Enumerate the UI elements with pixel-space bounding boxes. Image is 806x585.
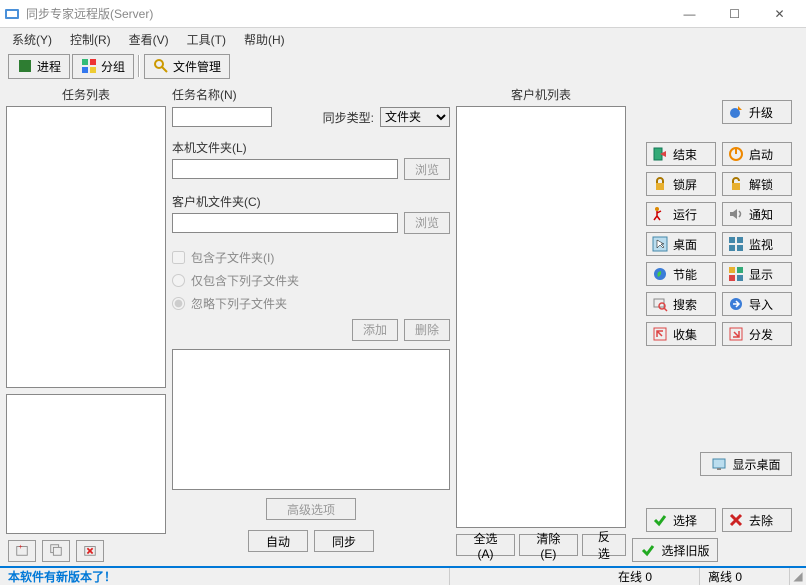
plus-icon: + [15,543,29,560]
select-old-button[interactable]: 选择旧版 [632,538,718,562]
status-offline: 离线 0 [700,568,790,585]
process-icon [17,58,33,74]
display-icon [728,266,744,282]
ignore-radio[interactable]: 忽略下列子文件夹 [172,295,450,312]
menu-tools[interactable]: 工具(T) [179,29,234,50]
group-button[interactable]: 分组 [72,54,134,79]
unlock-icon [728,176,744,192]
subfolder-list[interactable] [172,349,450,490]
cursor-icon [652,236,668,252]
remove-button[interactable]: 删除 [404,319,450,341]
auto-button[interactable]: 自动 [248,530,308,552]
file-manager-button[interactable]: 文件管理 [144,54,230,79]
browse-client-button[interactable]: 浏览 [404,212,450,234]
browse-local-button[interactable]: 浏览 [404,158,450,180]
display-button[interactable]: 显示 [722,262,792,286]
magnifier-icon [153,58,169,74]
advanced-button[interactable]: 高级选项 [266,498,356,520]
menu-system[interactable]: 系统(Y) [4,29,60,50]
globe-icon [728,104,744,120]
x-icon [728,512,744,528]
client-list[interactable] [456,106,626,528]
status-update[interactable]: 本软件有新版本了！ [0,568,450,585]
only-include-radio[interactable]: 仅包含下列子文件夹 [172,272,450,289]
clear-button[interactable]: 清除(E) [519,534,578,556]
app-icon [4,6,20,22]
toolbar: 进程 分组 文件管理 [0,50,806,82]
status-bar: 本软件有新版本了！ 在线 0 离线 0 ◢ [0,566,806,584]
import-icon [728,296,744,312]
task-list[interactable] [6,106,166,388]
client-folder-input[interactable] [172,213,398,233]
collect-icon [652,326,668,342]
process-label: 进程 [37,58,61,75]
select-button[interactable]: 选择 [646,508,716,532]
separator [138,55,140,77]
run-button[interactable]: 运行 [646,202,716,226]
unlock-button[interactable]: 解锁 [722,172,792,196]
menu-control[interactable]: 控制(R) [62,29,119,50]
menu-bar: 系统(Y) 控制(R) 查看(V) 工具(T) 帮助(H) [0,28,806,50]
local-folder-label: 本机文件夹(L) [172,139,450,156]
group-icon [81,58,97,74]
client-list-label: 客户机列表 [456,86,626,103]
upgrade-button[interactable]: 升级 [722,100,792,124]
notify-button[interactable]: 通知 [722,202,792,226]
copy-task-button[interactable] [42,540,70,562]
copy-icon [49,543,63,560]
client-folder-label: 客户机文件夹(C) [172,193,450,210]
lock-button[interactable]: 锁屏 [646,172,716,196]
menu-view[interactable]: 查看(V) [121,29,177,50]
distribute-icon [728,326,744,342]
start-button[interactable]: 启动 [722,142,792,166]
add-task-button[interactable]: + [8,540,36,562]
sync-type-select[interactable]: 文件夹 [380,107,450,127]
sync-button[interactable]: 同步 [314,530,374,552]
select-all-button[interactable]: 全选(A) [456,534,515,556]
distribute-button[interactable]: 分发 [722,322,792,346]
close-button[interactable]: ✕ [757,0,802,28]
search-icon [652,296,668,312]
delete-icon [83,543,97,560]
task-name-input[interactable] [172,107,272,127]
desktop-button[interactable]: 桌面 [646,232,716,256]
check-icon [640,542,656,558]
task-name-label: 任务名称(N) [172,86,237,103]
remove-button[interactable]: 去除 [722,508,792,532]
sound-icon [728,206,744,222]
window-title: 同步专家远程版(Server) [26,5,667,22]
monitor-button[interactable]: 监视 [722,232,792,256]
file-manager-label: 文件管理 [173,58,221,75]
run-icon [652,206,668,222]
import-button[interactable]: 导入 [722,292,792,316]
end-button[interactable]: 结束 [646,142,716,166]
local-folder-input[interactable] [172,159,398,179]
grid-icon [728,236,744,252]
delete-task-button[interactable] [76,540,104,562]
status-online: 在线 0 [610,568,700,585]
menu-help[interactable]: 帮助(H) [236,29,293,50]
task-list-label: 任务列表 [6,86,166,103]
lock-icon [652,176,668,192]
minimize-button[interactable]: — [667,0,712,28]
screen-icon [711,456,727,472]
group-label: 分组 [101,58,125,75]
task-sub-list[interactable] [6,394,166,534]
include-subfolder-checkbox[interactable]: 包含子文件夹(I) [172,249,450,266]
power-icon [728,146,744,162]
exit-icon [652,146,668,162]
invert-button[interactable]: 反选 [582,534,626,556]
svg-text:+: + [19,544,23,551]
sync-type-label: 同步类型: [323,109,374,126]
process-button[interactable]: 进程 [8,54,70,79]
search-button[interactable]: 搜索 [646,292,716,316]
check-icon [652,512,668,528]
show-desktop-button[interactable]: 显示桌面 [700,452,792,476]
resize-grip[interactable]: ◢ [790,569,806,583]
power-save-button[interactable]: 节能 [646,262,716,286]
maximize-button[interactable]: ☐ [712,0,757,28]
add-button[interactable]: 添加 [352,319,398,341]
leaf-icon [652,266,668,282]
collect-button[interactable]: 收集 [646,322,716,346]
